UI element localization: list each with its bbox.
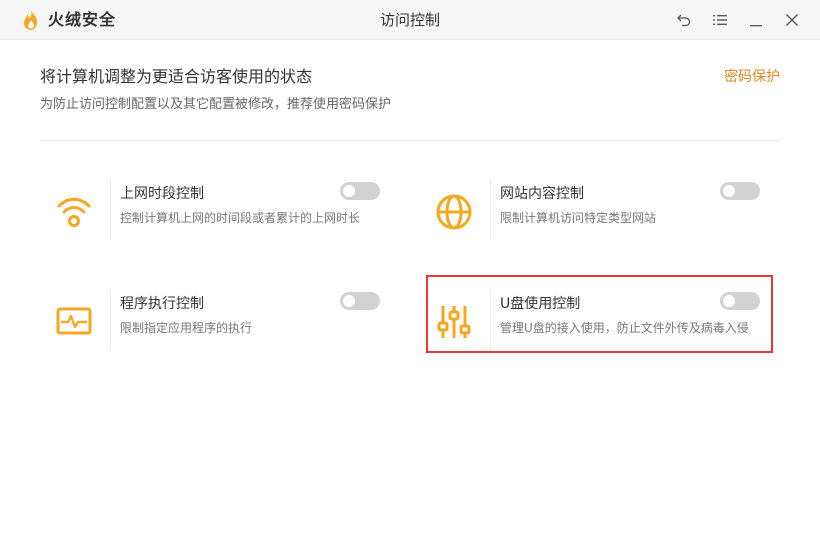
page-subline: 为防止访问控制配置以及其它配置被修改，推荐使用密码保护 [40,97,392,112]
wifi-icon [52,190,96,234]
card-description: 控制计算机上网的时间段或者累计的上网时长 [120,211,361,225]
card-description: 限制计算机访问特定类型网站 [500,211,657,225]
card-description: 限制指定应用程序的执行 [120,321,253,335]
control-card-usb-usage: U盘使用控制 管理U盘的接入使用，防止文件外传及病毒入侵 [420,282,760,362]
website-content-toggle[interactable] [720,182,760,200]
card-title: 上网时段控制 [120,186,204,202]
internet-time-toggle[interactable] [340,182,380,200]
header-divider [40,140,780,141]
back-button[interactable] [672,9,696,31]
close-icon [786,14,798,26]
sliders-icon [432,300,476,344]
usb-usage-toggle[interactable] [720,292,760,310]
control-card-program-execution: 程序执行控制 限制指定应用程序的执行 [40,282,380,362]
globe-icon [432,190,476,234]
control-card-website-content: 网站内容控制 限制计算机访问特定类型网站 [420,172,760,252]
toggle-knob [343,295,355,307]
close-button[interactable] [780,9,804,31]
menu-button[interactable] [708,9,732,31]
hamburger-menu-icon [713,15,727,25]
app-name: 火绒安全 [48,10,117,29]
card-separator [110,290,111,350]
toggle-knob [723,185,735,197]
card-title: 网站内容控制 [500,186,584,202]
card-description: 管理U盘的接入使用，防止文件外传及病毒入侵 [500,321,749,335]
control-card-internet-time: 上网时段控制 控制计算机上网的时间段或者累计的上网时长 [40,172,380,252]
app-logo: 火绒安全 [22,9,116,31]
monitor-pulse-icon [52,300,96,344]
title-bar: 火绒安全 访问控制 [0,0,820,40]
card-title: 程序执行控制 [120,296,204,312]
window-title: 访问控制 [379,11,440,29]
minimize-button[interactable] [744,9,768,31]
card-title: U盘使用控制 [500,296,581,312]
page-headline: 将计算机调整为更适合访客使用的状态 [40,67,313,86]
card-separator [110,180,111,240]
program-execution-toggle[interactable] [340,292,380,310]
minimize-icon [750,25,762,27]
toggle-knob [343,185,355,197]
card-separator [490,180,491,240]
undo-arrow-icon [677,14,691,27]
password-protect-link[interactable]: 密码保护 [724,68,780,86]
card-separator [490,290,491,350]
flame-logo-icon [24,10,37,30]
toggle-knob [723,295,735,307]
